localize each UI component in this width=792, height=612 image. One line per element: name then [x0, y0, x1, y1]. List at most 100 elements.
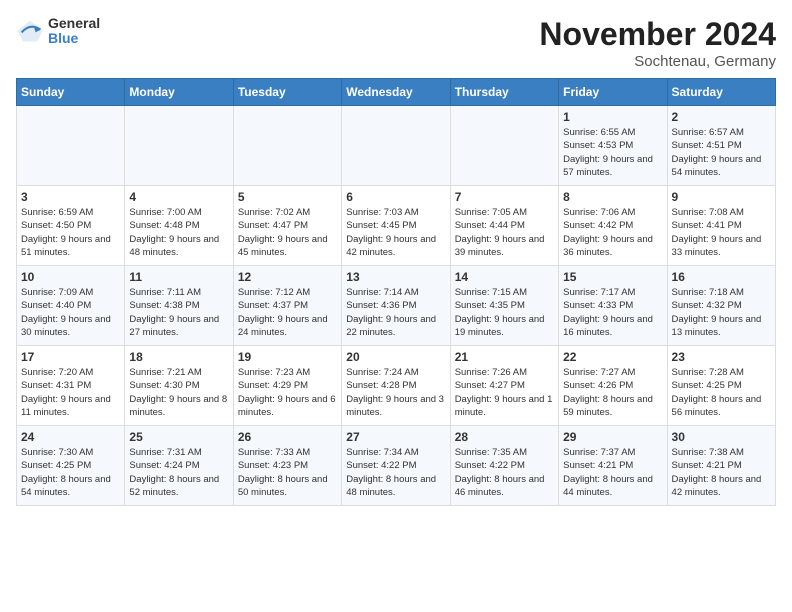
- day-info: Sunrise: 6:55 AM Sunset: 4:53 PM Dayligh…: [563, 126, 662, 179]
- calendar-day-cell: 2 Sunrise: 6:57 AM Sunset: 4:51 PM Daylig…: [667, 106, 775, 186]
- day-info: Sunrise: 7:09 AM Sunset: 4:40 PM Dayligh…: [21, 286, 120, 339]
- day-info: Sunrise: 6:57 AM Sunset: 4:51 PM Dayligh…: [672, 126, 771, 179]
- logo: General Blue: [16, 16, 100, 47]
- day-info: Sunrise: 7:05 AM Sunset: 4:44 PM Dayligh…: [455, 206, 554, 259]
- day-of-week-header: Friday: [559, 79, 667, 106]
- logo-line1: General: [48, 16, 100, 31]
- day-info: Sunrise: 7:24 AM Sunset: 4:28 PM Dayligh…: [346, 366, 445, 419]
- day-number: 29: [563, 430, 662, 444]
- calendar-day-cell: 28 Sunrise: 7:35 AM Sunset: 4:22 PM Dayli…: [450, 426, 558, 506]
- calendar-day-cell: 26 Sunrise: 7:33 AM Sunset: 4:23 PM Dayli…: [233, 426, 341, 506]
- calendar-day-cell: 17Sunrise: 7:20 AM Sunset: 4:31 PM Dayli…: [17, 346, 125, 426]
- day-number: 23: [672, 350, 771, 364]
- day-number: 21: [455, 350, 554, 364]
- day-number: 19: [238, 350, 337, 364]
- day-info: Sunrise: 7:26 AM Sunset: 4:27 PM Dayligh…: [455, 366, 554, 419]
- calendar-day-cell: 20 Sunrise: 7:24 AM Sunset: 4:28 PM Dayli…: [342, 346, 450, 426]
- day-number: 26: [238, 430, 337, 444]
- day-of-week-header: Tuesday: [233, 79, 341, 106]
- day-number: 15: [563, 270, 662, 284]
- day-info: Sunrise: 7:21 AM Sunset: 4:30 PM Dayligh…: [129, 366, 228, 419]
- calendar-day-cell: 15Sunrise: 7:17 AM Sunset: 4:33 PM Dayli…: [559, 266, 667, 346]
- day-number: 27: [346, 430, 445, 444]
- calendar-day-cell: [342, 106, 450, 186]
- day-info: Sunrise: 7:23 AM Sunset: 4:29 PM Dayligh…: [238, 366, 337, 419]
- calendar-day-cell: 27 Sunrise: 7:34 AM Sunset: 4:22 PM Dayli…: [342, 426, 450, 506]
- day-number: 5: [238, 190, 337, 204]
- calendar-day-cell: 14 Sunrise: 7:15 AM Sunset: 4:35 PM Dayli…: [450, 266, 558, 346]
- day-info: Sunrise: 7:06 AM Sunset: 4:42 PM Dayligh…: [563, 206, 662, 259]
- day-info: Sunrise: 7:37 AM Sunset: 4:21 PM Dayligh…: [563, 446, 662, 499]
- day-number: 12: [238, 270, 337, 284]
- day-info: Sunrise: 7:35 AM Sunset: 4:22 PM Dayligh…: [455, 446, 554, 499]
- day-info: Sunrise: 7:30 AM Sunset: 4:25 PM Dayligh…: [21, 446, 120, 499]
- calendar-week-row: 24 Sunrise: 7:30 AM Sunset: 4:25 PM Dayli…: [17, 426, 776, 506]
- calendar-day-cell: 1 Sunrise: 6:55 AM Sunset: 4:53 PM Daylig…: [559, 106, 667, 186]
- day-number: 7: [455, 190, 554, 204]
- calendar-day-cell: 5Sunrise: 7:02 AM Sunset: 4:47 PM Daylig…: [233, 186, 341, 266]
- page-header: General Blue November 2024 Sochtenau, Ge…: [16, 16, 776, 70]
- day-info: Sunrise: 7:33 AM Sunset: 4:23 PM Dayligh…: [238, 446, 337, 499]
- calendar-day-cell: 13 Sunrise: 7:14 AM Sunset: 4:36 PM Dayli…: [342, 266, 450, 346]
- calendar-day-cell: 16Sunrise: 7:18 AM Sunset: 4:32 PM Dayli…: [667, 266, 775, 346]
- day-number: 20: [346, 350, 445, 364]
- calendar-day-cell: [450, 106, 558, 186]
- day-number: 25: [129, 430, 228, 444]
- day-number: 10: [21, 270, 120, 284]
- logo-text: General Blue: [48, 16, 100, 47]
- calendar-day-cell: 3Sunrise: 6:59 AM Sunset: 4:50 PM Daylig…: [17, 186, 125, 266]
- day-info: Sunrise: 7:15 AM Sunset: 4:35 PM Dayligh…: [455, 286, 554, 339]
- calendar-week-row: 17Sunrise: 7:20 AM Sunset: 4:31 PM Dayli…: [17, 346, 776, 426]
- calendar-day-cell: 25 Sunrise: 7:31 AM Sunset: 4:24 PM Dayli…: [125, 426, 233, 506]
- calendar-week-row: 1 Sunrise: 6:55 AM Sunset: 4:53 PM Daylig…: [17, 106, 776, 186]
- day-number: 13: [346, 270, 445, 284]
- calendar-day-cell: 8 Sunrise: 7:06 AM Sunset: 4:42 PM Daylig…: [559, 186, 667, 266]
- calendar-day-cell: 12Sunrise: 7:12 AM Sunset: 4:37 PM Dayli…: [233, 266, 341, 346]
- calendar-table: SundayMondayTuesdayWednesdayThursdayFrid…: [16, 78, 776, 506]
- day-number: 16: [672, 270, 771, 284]
- day-info: Sunrise: 7:20 AM Sunset: 4:31 PM Dayligh…: [21, 366, 120, 419]
- logo-line2: Blue: [48, 31, 100, 46]
- page-subtitle: Sochtenau, Germany: [539, 53, 776, 70]
- day-number: 18: [129, 350, 228, 364]
- day-number: 24: [21, 430, 120, 444]
- logo-icon: [16, 17, 44, 45]
- calendar-day-cell: 18 Sunrise: 7:21 AM Sunset: 4:30 PM Dayli…: [125, 346, 233, 426]
- day-number: 14: [455, 270, 554, 284]
- day-of-week-header: Thursday: [450, 79, 558, 106]
- day-number: 6: [346, 190, 445, 204]
- calendar-day-cell: 9Sunrise: 7:08 AM Sunset: 4:41 PM Daylig…: [667, 186, 775, 266]
- day-number: 28: [455, 430, 554, 444]
- day-info: Sunrise: 7:14 AM Sunset: 4:36 PM Dayligh…: [346, 286, 445, 339]
- calendar-day-cell: 19 Sunrise: 7:23 AM Sunset: 4:29 PM Dayli…: [233, 346, 341, 426]
- day-info: Sunrise: 6:59 AM Sunset: 4:50 PM Dayligh…: [21, 206, 120, 259]
- calendar-day-cell: [17, 106, 125, 186]
- calendar-day-cell: [233, 106, 341, 186]
- day-of-week-header: Sunday: [17, 79, 125, 106]
- day-number: 9: [672, 190, 771, 204]
- calendar-day-cell: 22Sunrise: 7:27 AM Sunset: 4:26 PM Dayli…: [559, 346, 667, 426]
- day-number: 1: [563, 110, 662, 124]
- day-of-week-header: Monday: [125, 79, 233, 106]
- calendar-week-row: 3Sunrise: 6:59 AM Sunset: 4:50 PM Daylig…: [17, 186, 776, 266]
- day-info: Sunrise: 7:28 AM Sunset: 4:25 PM Dayligh…: [672, 366, 771, 419]
- calendar-day-cell: 6 Sunrise: 7:03 AM Sunset: 4:45 PM Daylig…: [342, 186, 450, 266]
- day-number: 30: [672, 430, 771, 444]
- day-info: Sunrise: 7:34 AM Sunset: 4:22 PM Dayligh…: [346, 446, 445, 499]
- day-of-week-header: Wednesday: [342, 79, 450, 106]
- calendar-day-cell: 23 Sunrise: 7:28 AM Sunset: 4:25 PM Dayli…: [667, 346, 775, 426]
- title-block: November 2024 Sochtenau, Germany: [539, 16, 776, 70]
- calendar-day-cell: 29 Sunrise: 7:37 AM Sunset: 4:21 PM Dayli…: [559, 426, 667, 506]
- calendar-day-cell: 24 Sunrise: 7:30 AM Sunset: 4:25 PM Dayli…: [17, 426, 125, 506]
- day-number: 2: [672, 110, 771, 124]
- calendar-day-cell: [125, 106, 233, 186]
- calendar-day-cell: 30Sunrise: 7:38 AM Sunset: 4:21 PM Dayli…: [667, 426, 775, 506]
- day-info: Sunrise: 7:03 AM Sunset: 4:45 PM Dayligh…: [346, 206, 445, 259]
- day-info: Sunrise: 7:27 AM Sunset: 4:26 PM Dayligh…: [563, 366, 662, 419]
- day-info: Sunrise: 7:31 AM Sunset: 4:24 PM Dayligh…: [129, 446, 228, 499]
- day-number: 8: [563, 190, 662, 204]
- day-number: 11: [129, 270, 228, 284]
- page-title: November 2024: [539, 16, 776, 53]
- calendar-header-row: SundayMondayTuesdayWednesdayThursdayFrid…: [17, 79, 776, 106]
- calendar-week-row: 10 Sunrise: 7:09 AM Sunset: 4:40 PM Dayli…: [17, 266, 776, 346]
